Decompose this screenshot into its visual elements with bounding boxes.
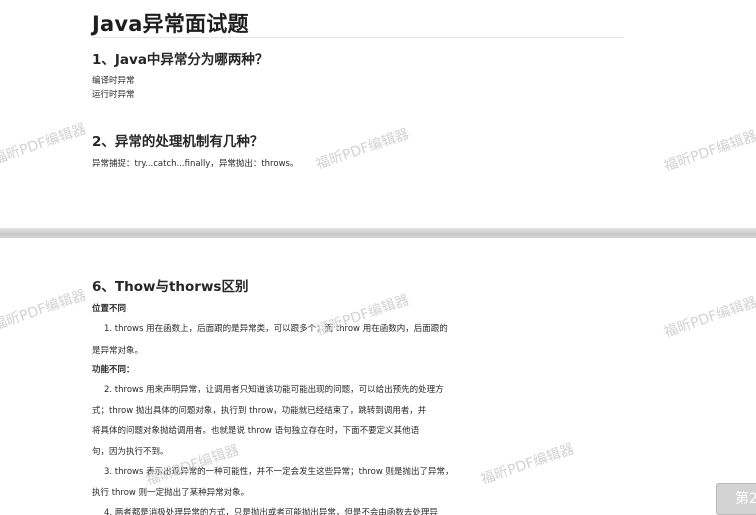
paragraph-line: 是异常对象。 <box>92 346 144 356</box>
watermark: 福昕PDF编辑器 <box>661 294 756 341</box>
watermark: 福昕PDF编辑器 <box>661 128 756 175</box>
question-6-heading: 6、Thow与thorws区别 <box>92 279 249 295</box>
page-number-button[interactable]: 第2 <box>716 483 756 515</box>
paragraph-line: 1. throws 用在函数上，后面跟的是异常类，可以跟多个；而 throw 用… <box>104 324 448 334</box>
paragraph-line: 执行 throw 则一定抛出了某种异常对象。 <box>92 488 250 498</box>
document-title: Java异常面试题 <box>92 12 249 36</box>
watermark: 福昕PDF编辑器 <box>478 441 577 488</box>
pdf-page-1: Java异常面试题 1、Java中异常分为哪两种？ 编译时异常 运行时异常 2、… <box>0 0 756 228</box>
paragraph-line: 4. 两者都是消极处理异常的方式，只是抛出或者可能抛出异常，但是不会由函数去处理… <box>104 508 438 515</box>
paragraph-line: 式；throw 抛出具体的问题对象，执行到 throw，功能就已经结束了，跳转到… <box>92 406 427 416</box>
question-1-heading: 1、Java中异常分为哪两种？ <box>92 52 269 68</box>
subheading: 位置不同 <box>92 304 127 314</box>
pdf-page-2: 6、Thow与thorws区别 位置不同 1. throws 用在函数上，后面跟… <box>0 238 756 515</box>
question-2-heading: 2、异常的处理机制有几种？ <box>92 134 264 150</box>
watermark: 福昕PDF编辑器 <box>0 121 89 168</box>
page-separator <box>0 228 756 238</box>
paragraph-line: 2. throws 用来声明异常，让调用者只知道该功能可能出现的问题，可以给出预… <box>104 385 444 395</box>
watermark: 福昕PDF编辑器 <box>313 126 412 173</box>
subheading: 功能不同： <box>92 365 135 375</box>
paragraph-line: 将具体的问题对象抛给调用者。也就是说 throw 语句独立存在时，下面不要定义其… <box>92 426 420 436</box>
watermark: 福昕PDF编辑器 <box>0 287 89 334</box>
title-divider <box>92 37 624 38</box>
paragraph-line: 3. throws 表示出现异常的一种可能性，并不一定会发生这些异常；throw… <box>104 467 454 477</box>
answer-line: 异常捕捉：try...catch...finally，异常抛出：throws。 <box>92 159 299 169</box>
answer-line: 编译时异常 <box>92 76 135 86</box>
answer-line: 运行时异常 <box>92 90 135 100</box>
paragraph-line: 句，因为执行不到。 <box>92 447 169 457</box>
